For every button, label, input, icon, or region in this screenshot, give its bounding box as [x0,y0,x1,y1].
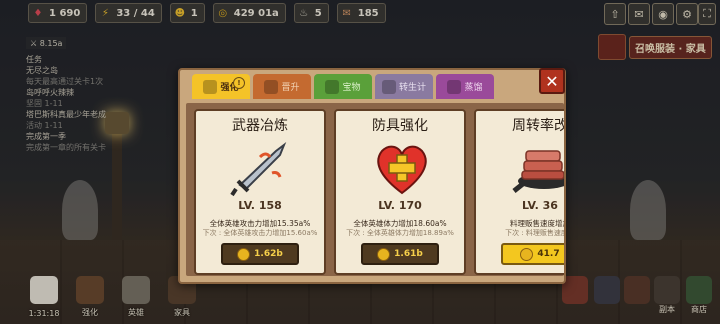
card-title: 防具强化 [372,118,428,134]
tab-rebirth[interactable]: 转生计 [375,74,433,99]
cost-value: 41.7 [537,249,560,259]
tab-distill[interactable]: 蒸馏 [436,74,494,99]
sword-icon [230,142,287,197]
card-next: 下次 : 全体英雄体力增加18.89a% [346,229,454,237]
upgrade-card-turnover: 周转率改 LV. 36 料理贩售速度增加 下次 : 料理贩售速度增 41.7 [474,109,564,275]
tab-promote-label: 晋升 [281,83,300,93]
meat-pan-icon [512,150,564,193]
tab-distill-label: 蒸馏 [464,83,483,93]
tab-rebirth-label: 转生计 [398,83,426,93]
tab-promote[interactable]: 晋升 [253,74,311,99]
rebirth-icon [381,79,396,94]
modal-tabs: 强化 ! 晋升 宝物 转生计 蒸馏 [192,74,494,99]
card-level: LV. 158 [238,199,282,212]
tab-strengthen[interactable]: 强化 ! [192,74,250,99]
cost-value: 1.61b [394,249,423,259]
strengthen-icon [203,79,218,94]
card-title: 周转率改 [512,118,564,134]
card-next: 下次 : 全体英雄攻击力增加15.60a% [202,229,318,237]
upgrade-modal: 强化 ! 晋升 宝物 转生计 蒸馏 ✕ 武器冶炼 LV. 158 全体英雄攻击力… [178,68,566,284]
heart-shield-icon [377,145,427,195]
upgrade-button[interactable]: 41.7 [501,243,564,265]
distill-icon [447,79,462,94]
card-level: LV. 36 [522,199,558,212]
upgrade-button[interactable]: 1.61b [361,243,439,265]
close-button[interactable]: ✕ [539,68,565,94]
treasure-icon [325,79,340,94]
close-icon: ✕ [545,71,559,91]
card-title: 武器冶炼 [232,118,288,134]
promote-icon [264,79,279,94]
coin-icon [377,247,391,261]
card-next: 下次 : 料理贩售速度增 [505,229,564,237]
coin-icon [520,247,534,261]
coin-icon [237,247,251,261]
tab-treasure-label: 宝物 [342,83,361,93]
card-list[interactable]: 武器冶炼 LV. 158 全体英雄攻击力增加15.35a% 下次 : 全体英雄攻… [186,103,564,276]
cost-value: 1.62b [254,249,283,259]
upgrade-card-weapon: 武器冶炼 LV. 158 全体英雄攻击力增加15.35a% 下次 : 全体英雄攻… [194,109,326,275]
card-level: LV. 170 [378,199,422,212]
tab-treasure[interactable]: 宝物 [314,74,372,99]
upgrade-card-armor: 防具强化 LV. 170 全体英雄体力增加18.60a% 下次 : 全体英雄体力… [334,109,466,275]
upgrade-button[interactable]: 1.62b [221,243,299,265]
notice-icon: ! [233,77,245,89]
